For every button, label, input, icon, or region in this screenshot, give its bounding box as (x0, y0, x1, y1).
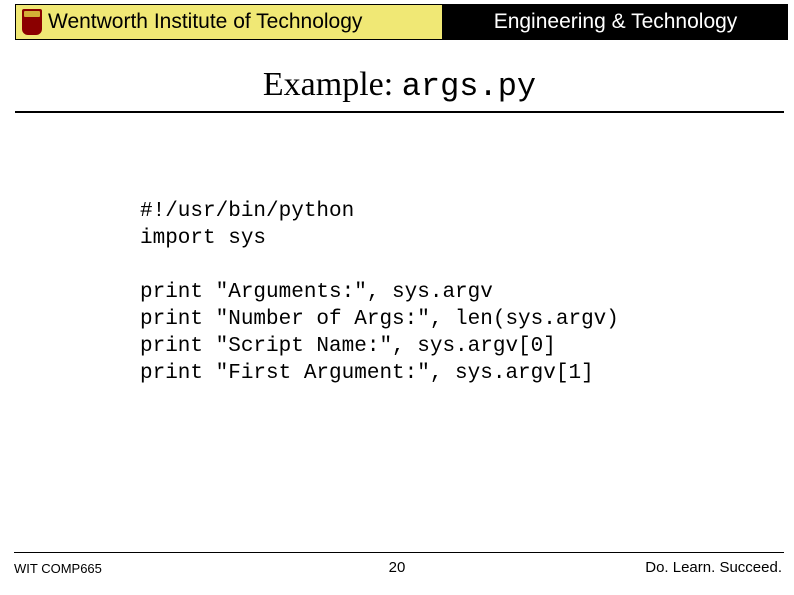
code-line: print "Script Name:", sys.argv[0] (140, 335, 556, 358)
footer-motto: Do. Learn. Succeed. (645, 559, 782, 576)
title-filename: args.py (402, 68, 536, 105)
department-name: Engineering & Technology (494, 10, 738, 34)
code-line: print "Number of Args:", len(sys.argv) (140, 308, 619, 331)
code-line: print "Arguments:", sys.argv (140, 281, 493, 304)
header-department-bar: Engineering & Technology (443, 4, 788, 40)
slide-title: Example: args.py (15, 66, 784, 113)
footer-divider (14, 552, 784, 553)
shield-icon (22, 9, 42, 35)
institution-name: Wentworth Institute of Technology (48, 10, 362, 34)
code-block: #!/usr/bin/python import sys print "Argu… (140, 198, 619, 387)
code-line: #!/usr/bin/python (140, 200, 354, 223)
header-institution-bar: Wentworth Institute of Technology (15, 4, 443, 40)
slide: Wentworth Institute of Technology Engine… (0, 0, 794, 595)
code-line: print "First Argument:", sys.argv[1] (140, 362, 594, 385)
code-line: import sys (140, 227, 266, 250)
title-prefix: Example: (263, 66, 402, 103)
